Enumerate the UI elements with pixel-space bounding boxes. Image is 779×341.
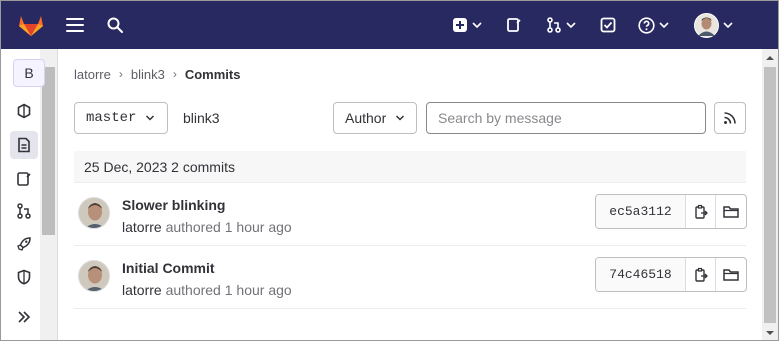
sidebar-scrollbar-thumb[interactable] <box>42 67 55 235</box>
commit-authored-time: authored 1 hour ago <box>165 282 292 298</box>
commit-day-header: 25 Dec, 2023 2 commits <box>74 151 746 183</box>
commit-author-link[interactable]: latorre <box>122 282 162 298</box>
security-shield-icon[interactable] <box>10 263 38 291</box>
project-overview-icon[interactable] <box>10 97 38 125</box>
rss-icon <box>724 112 736 124</box>
author-filter-label: Author <box>345 110 387 126</box>
chevron-down-icon <box>472 22 482 28</box>
chevron-down-icon <box>145 115 155 121</box>
page-scrollbar-thumb[interactable] <box>764 67 776 323</box>
code-repository-icon[interactable] <box>10 131 38 159</box>
commit-sha-group: ec5a3112 <box>595 194 747 229</box>
plus-square-icon <box>453 18 467 32</box>
issues-nav-icon[interactable] <box>10 165 38 193</box>
author-filter-dropdown[interactable]: Author <box>333 102 417 134</box>
breadcrumb-link-project[interactable]: blink3 <box>131 67 165 82</box>
issues-icon[interactable] <box>504 13 524 37</box>
chevron-down-icon <box>722 22 733 28</box>
todo-icon[interactable] <box>598 13 618 37</box>
top-bar <box>1 1 778 49</box>
project-avatar[interactable]: B <box>13 59 45 87</box>
breadcrumb-link-group[interactable]: latorre <box>74 67 111 82</box>
user-avatar-icon <box>693 12 719 38</box>
merge-requests-button[interactable] <box>542 13 580 37</box>
commit-meta: latorre authored 1 hour ago <box>122 282 292 298</box>
commit-meta: latorre authored 1 hour ago <box>122 219 292 235</box>
app-window: B latorre › blink3 › Commits master blin… <box>0 0 779 341</box>
help-button[interactable] <box>635 13 671 37</box>
commit-sha-group: 74c46518 <box>595 257 747 292</box>
chevron-down-icon <box>395 115 405 121</box>
expand-sidebar-icon[interactable] <box>10 303 38 331</box>
gitlab-logo-icon[interactable] <box>18 13 44 37</box>
commit-authored-time: authored 1 hour ago <box>165 219 292 235</box>
search-by-message-input[interactable] <box>426 102 706 134</box>
breadcrumb-chevron-icon: › <box>172 67 177 81</box>
breadcrumb-current: Commits <box>184 66 241 82</box>
search-icon[interactable] <box>105 13 125 37</box>
browse-files-folder-icon[interactable] <box>716 258 746 291</box>
commit-row: Slower blinking latorre authored 1 hour … <box>74 183 747 246</box>
branch-selector[interactable]: master <box>74 102 168 134</box>
copy-sha-icon[interactable] <box>686 195 716 228</box>
copy-sha-icon[interactable] <box>686 258 716 291</box>
commit-author-link[interactable]: latorre <box>122 219 162 235</box>
user-menu-button[interactable] <box>691 12 735 38</box>
merge-request-icon <box>547 17 561 33</box>
chevron-down-icon <box>566 22 576 28</box>
breadcrumb: latorre › blink3 › Commits <box>74 64 240 84</box>
rss-feed-button[interactable] <box>714 102 746 134</box>
create-new-button[interactable] <box>449 13 485 37</box>
commit-sha-link[interactable]: 74c46518 <box>596 258 686 291</box>
breadcrumb-chevron-icon: › <box>118 67 123 81</box>
project-path-label: blink3 <box>183 110 220 126</box>
author-avatar[interactable] <box>78 260 110 292</box>
scroll-down-arrow-icon[interactable] <box>765 329 775 337</box>
branch-label: master <box>86 110 137 126</box>
commit-row: Initial Commit latorre authored 1 hour a… <box>74 246 747 309</box>
merge-requests-nav-icon[interactable] <box>10 197 38 225</box>
project-sidebar: B <box>1 49 58 340</box>
author-avatar[interactable] <box>78 197 110 229</box>
commit-title-link[interactable]: Slower blinking <box>122 197 225 213</box>
help-icon <box>637 16 655 34</box>
scroll-up-arrow-icon[interactable] <box>765 54 775 62</box>
commit-title-link[interactable]: Initial Commit <box>122 260 215 276</box>
hamburger-menu-icon[interactable] <box>65 13 85 37</box>
browse-files-folder-icon[interactable] <box>716 195 746 228</box>
chevron-down-icon <box>658 22 669 28</box>
deploy-rocket-icon[interactable] <box>10 230 38 258</box>
commit-sha-link[interactable]: ec5a3112 <box>596 195 686 228</box>
